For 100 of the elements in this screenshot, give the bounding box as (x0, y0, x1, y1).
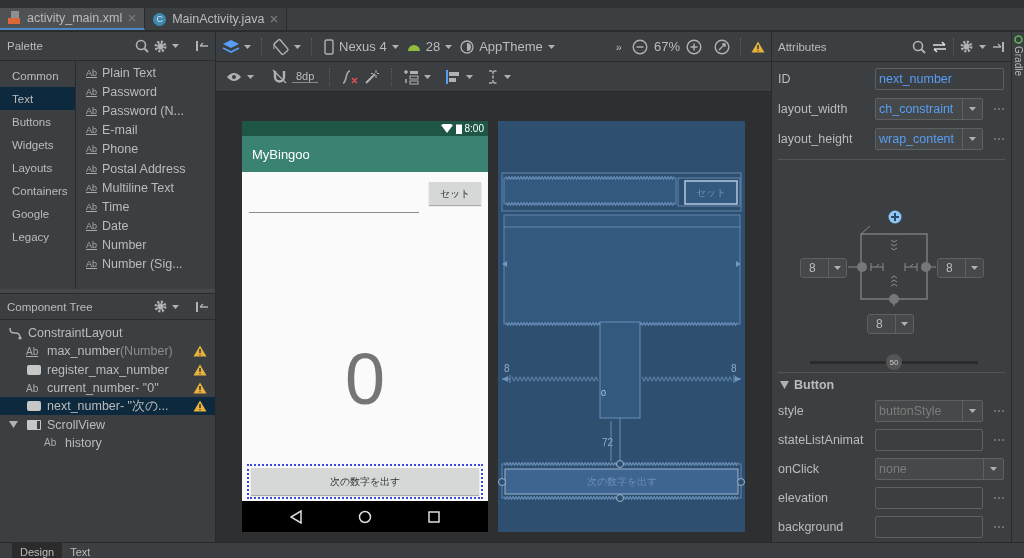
xml-file-icon (8, 11, 21, 25)
set-button[interactable]: セット (429, 182, 481, 205)
add-constraint-icon[interactable] (888, 210, 902, 224)
editor-mode-tab[interactable]: Design (12, 543, 63, 558)
warning-icon[interactable] (193, 363, 207, 376)
tool-window-tab[interactable]: Gradle (1012, 46, 1024, 76)
recents-icon[interactable] (428, 510, 440, 523)
caret-icon (391, 44, 399, 49)
tree-item[interactable]: next_number- "次の... (0, 397, 215, 416)
caret-icon (466, 74, 474, 79)
text-icon: Ab (86, 259, 97, 270)
tree-item[interactable]: ScrollView (0, 415, 215, 434)
section-header[interactable]: Button (772, 373, 1011, 396)
zoom-fit-icon[interactable] (714, 38, 730, 55)
palette-item[interactable]: Ab Time (86, 197, 186, 217)
warning-icon[interactable] (193, 345, 207, 358)
rotate-icon[interactable] (272, 37, 290, 56)
palette-item[interactable]: Ab Password (86, 82, 186, 102)
palette-item[interactable]: Ab Number (86, 235, 186, 255)
palette-category[interactable]: Text (0, 87, 75, 110)
palette-item[interactable]: Ab Number (Sig... (86, 254, 186, 275)
theme-dropdown[interactable]: AppTheme (458, 39, 557, 54)
overflow-button[interactable]: » (615, 40, 622, 53)
expand-arrow-icon[interactable] (780, 380, 789, 389)
palette-item[interactable]: Ab Password (N... (86, 101, 186, 121)
margin-label: 72 (602, 437, 614, 448)
next-number-button[interactable]: 次の数字を出す (251, 468, 479, 495)
magic-wand-icon[interactable] (364, 68, 381, 85)
palette-category[interactable]: Legacy (0, 225, 75, 248)
eye-icon[interactable] (226, 71, 242, 82)
editor-tab[interactable]: C MainActivity.java (145, 8, 288, 30)
attribute-field[interactable]: next_number (875, 68, 1004, 90)
settings-icon[interactable] (154, 300, 167, 313)
palette-item[interactable]: Ab Multiline Text (86, 178, 186, 198)
palette-item[interactable]: Ab Phone (86, 139, 186, 159)
tree-item[interactable]: ConstraintLayout (0, 324, 215, 343)
collapse-icon[interactable] (195, 300, 208, 313)
settings-icon[interactable] (154, 39, 167, 53)
wifi-icon (440, 123, 453, 134)
search-icon[interactable] (912, 39, 926, 54)
button-icon (26, 400, 42, 413)
warning-icon[interactable] (193, 382, 207, 395)
attribute-field[interactable] (875, 515, 983, 538)
tree-item[interactable]: Ab max_number(Number) (0, 342, 215, 361)
attribute-field[interactable] (875, 486, 983, 509)
home-icon[interactable] (358, 509, 372, 524)
dock-icon[interactable] (992, 40, 1005, 53)
clear-constraints-icon[interactable] (341, 68, 360, 85)
margin-label: 8 (504, 363, 510, 374)
pack-icon[interactable] (403, 68, 420, 85)
palette-category[interactable]: Widgets (0, 133, 75, 156)
magnet-icon[interactable] (272, 69, 287, 84)
palette-category[interactable]: Common (0, 64, 75, 87)
tree-item[interactable]: Ab history (0, 433, 215, 453)
settings-icon[interactable] (960, 40, 973, 53)
device-dropdown[interactable]: Nexus 4 (322, 38, 401, 55)
palette-category[interactable]: Containers (0, 179, 75, 202)
palette-item[interactable]: Ab Plain Text (86, 63, 186, 83)
collapse-icon[interactable] (195, 40, 208, 52)
theme-icon (460, 39, 475, 54)
editor-mode-tab[interactable]: Text (62, 543, 99, 558)
attribute-dropdown[interactable]: wrap_content (875, 128, 983, 150)
search-icon[interactable] (135, 39, 149, 53)
margin-field[interactable]: 8dp (292, 70, 319, 83)
margin-dropdown[interactable]: 8 (867, 314, 914, 334)
zoom-in-icon[interactable] (686, 38, 702, 55)
palette-item[interactable]: Ab Date (86, 216, 186, 236)
attribute-dropdown[interactable]: ch_constraint (875, 98, 983, 120)
tree-item[interactable]: register_max_number (0, 360, 215, 379)
back-icon[interactable] (290, 509, 302, 524)
palette-category[interactable]: Google (0, 202, 75, 225)
slider-thumb[interactable]: 50 (886, 354, 902, 370)
attribute-field[interactable] (875, 428, 983, 451)
palette-item[interactable]: Ab E-mail (86, 120, 186, 140)
layers-icon[interactable] (222, 38, 240, 55)
text-icon: Ab (26, 382, 42, 394)
tree-item[interactable]: Ab current_number- "0" (0, 378, 215, 398)
gradle-icon[interactable] (1013, 35, 1023, 44)
blueprint-label: 0 (601, 388, 606, 398)
palette-item[interactable]: Ab Postal Address (86, 158, 186, 179)
attribute-label: style (778, 403, 805, 418)
swap-icon[interactable] (932, 40, 947, 53)
text-icon: Ab (86, 125, 97, 136)
warning-icon[interactable] (193, 400, 207, 413)
app-title: MyBingoo (252, 146, 310, 162)
api-dropdown[interactable]: 28 (404, 39, 455, 54)
zoom-out-icon[interactable] (631, 38, 648, 55)
attribute-label: layout_width (778, 102, 849, 116)
expand-arrow-icon[interactable] (9, 421, 18, 429)
margin-dropdown[interactable]: 8 (937, 258, 984, 278)
editor-tab[interactable]: activity_main.xml (0, 8, 146, 30)
guideline-icon[interactable] (487, 68, 500, 85)
margin-dropdown[interactable]: 8 (800, 258, 847, 278)
palette-category[interactable]: Layouts (0, 156, 75, 179)
caret-icon (247, 74, 254, 79)
text-icon: Ab (86, 144, 97, 155)
palette-category[interactable]: Buttons (0, 110, 75, 133)
align-icon[interactable] (445, 68, 462, 85)
warning-icon[interactable] (751, 40, 765, 53)
caret-icon (969, 408, 976, 413)
